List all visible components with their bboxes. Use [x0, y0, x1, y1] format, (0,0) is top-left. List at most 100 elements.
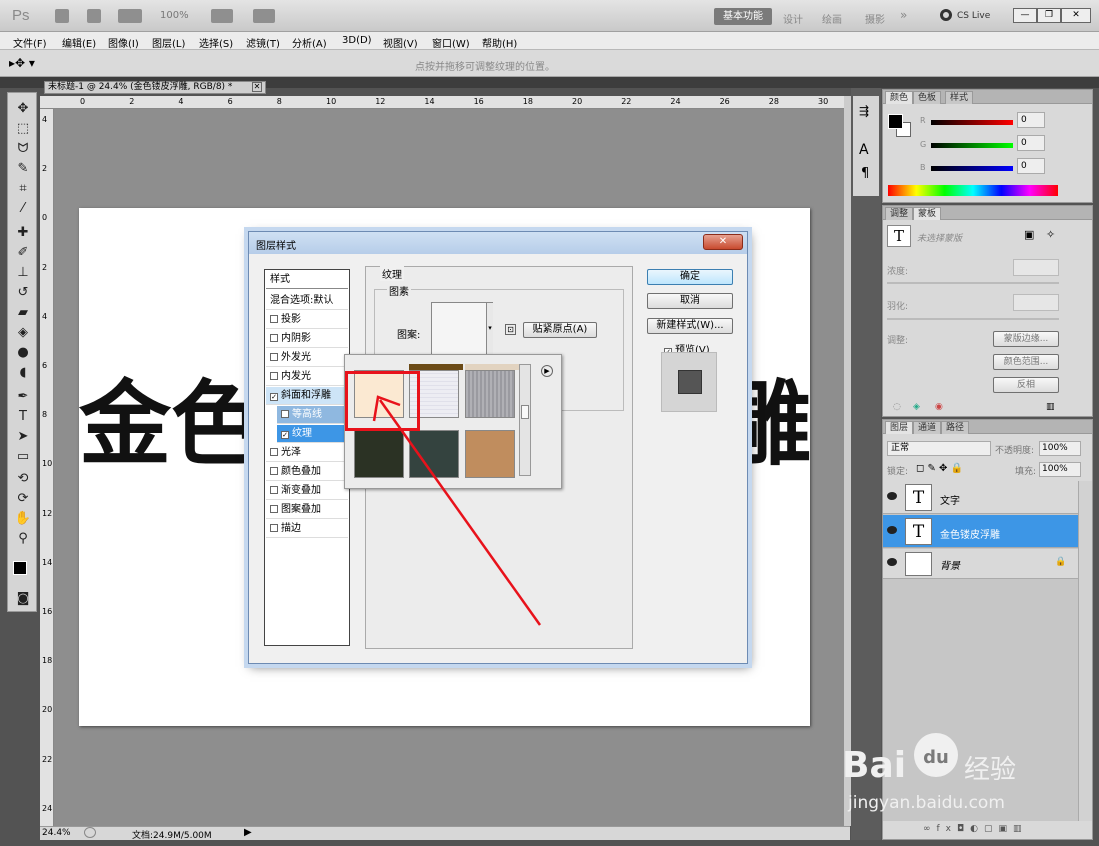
checkbox[interactable]	[270, 315, 278, 323]
menu-window[interactable]: 窗口(W)	[432, 35, 470, 50]
b-value[interactable]: 0	[1017, 158, 1045, 174]
g-value[interactable]: 0	[1017, 135, 1045, 151]
pattern-dropdown-arrow[interactable]: ▾	[486, 303, 493, 355]
menu-filter[interactable]: 滤镜(T)	[246, 35, 280, 50]
checkbox[interactable]	[270, 372, 278, 380]
zoom-dropdown[interactable]: 100%	[160, 10, 189, 21]
style-item-satin[interactable]: 光泽	[266, 444, 348, 462]
menu-edit[interactable]: 编辑(E)	[62, 35, 96, 50]
color-spectrum[interactable]	[888, 185, 1058, 196]
menu-file[interactable]: 文件(F)	[13, 35, 47, 50]
quick-select-tool-icon[interactable]: ✎	[14, 161, 32, 177]
3d-rotate-tool-icon[interactable]: ⟲	[14, 471, 32, 487]
visibility-eye-icon[interactable]	[887, 558, 897, 566]
r-slider[interactable]	[931, 120, 1013, 125]
history-brush-tool-icon[interactable]: ↺	[14, 285, 32, 301]
invert-button[interactable]: 反相	[993, 377, 1059, 393]
lock-icons[interactable]: ◻ ✎ ✥ 🔒	[916, 463, 963, 474]
eraser-tool-icon[interactable]: ▰	[14, 305, 32, 321]
minimize-button[interactable]: —	[1013, 8, 1037, 23]
layers-scrollbar[interactable]	[1078, 481, 1092, 821]
visibility-eye-icon[interactable]	[887, 492, 897, 500]
foreground-color-swatch[interactable]	[13, 561, 27, 575]
style-item-contour[interactable]: 等高线	[277, 406, 348, 424]
more-workspaces-icon[interactable]: »	[900, 8, 907, 22]
opacity-field[interactable]: 100%	[1039, 441, 1081, 456]
checkbox[interactable]	[270, 334, 278, 342]
menu-select[interactable]: 选择(S)	[199, 35, 233, 50]
blend-mode-select[interactable]: 正常	[887, 441, 991, 456]
eyedropper-tool-icon[interactable]: ⁄	[14, 201, 32, 217]
checkbox[interactable]	[270, 524, 278, 532]
restore-button[interactable]: ❐	[1037, 8, 1061, 23]
snap-origin-button[interactable]: 贴紧原点(A)	[523, 322, 597, 338]
lasso-tool-icon[interactable]: ᗢ	[14, 141, 32, 157]
g-slider[interactable]	[931, 143, 1013, 148]
blur-tool-icon[interactable]: ●	[14, 345, 32, 361]
layer-name[interactable]: 文字	[940, 492, 960, 507]
tab-paths[interactable]: 路径	[941, 421, 970, 434]
style-item-outer-glow[interactable]: 外发光	[266, 349, 348, 367]
ok-button[interactable]: 确定	[647, 269, 733, 285]
3d-orbit-tool-icon[interactable]: ⟳	[14, 491, 32, 507]
move-tool-icon[interactable]: ✥	[14, 101, 32, 117]
style-item-pattern-overlay[interactable]: 图案叠加	[266, 501, 348, 519]
marquee-tool-icon[interactable]: ⬚	[14, 121, 32, 137]
tab-color[interactable]: 颜色	[885, 91, 914, 104]
dialog-title-bar[interactable]: 图层样式	[249, 232, 747, 254]
cancel-button[interactable]: 取消	[647, 293, 733, 309]
screen-mode-icon[interactable]	[253, 9, 275, 23]
cs-live-icon[interactable]	[940, 9, 952, 21]
foreground-color[interactable]	[888, 114, 903, 129]
layer-row[interactable]: 背景 🔒	[883, 549, 1078, 579]
document-tab[interactable]: 未标题-1 @ 24.4% (金色镂皮浮雕, RGB/8) * ✕	[44, 81, 266, 94]
load-selection-icon[interactable]: ◌	[893, 402, 901, 412]
blend-options-item[interactable]: 混合选项:默认	[266, 292, 348, 310]
history-panel-icon[interactable]: ⇶	[859, 104, 869, 118]
style-item-texture[interactable]: ✓ 纹理	[277, 425, 348, 443]
path-select-tool-icon[interactable]: ➤	[14, 429, 32, 445]
paint-bucket-tool-icon[interactable]: ◈	[14, 325, 32, 341]
menu-3d[interactable]: 3D(D)	[342, 35, 372, 46]
checkbox[interactable]	[270, 505, 278, 513]
shape-tool-icon[interactable]: ▭	[14, 449, 32, 465]
density-field[interactable]	[1013, 259, 1059, 276]
checkbox-checked[interactable]: ✓	[270, 393, 278, 401]
color-range-button[interactable]: 颜色范围...	[993, 354, 1059, 370]
arrange-documents-icon[interactable]	[211, 9, 233, 23]
feather-slider[interactable]	[887, 318, 1059, 320]
status-arrow-icon[interactable]: ▶	[244, 827, 252, 838]
layers-footer-icons[interactable]: ∞fx◘◐▢▣▥	[923, 824, 1027, 834]
zoom-level[interactable]: 24.4%	[42, 828, 71, 838]
checkbox-checked[interactable]: ✓	[281, 431, 289, 439]
pen-tool-icon[interactable]: ✒	[14, 389, 32, 405]
tab-masks[interactable]: 蒙板	[913, 207, 942, 220]
dodge-tool-icon[interactable]: ◖	[14, 365, 32, 381]
type-tool-icon[interactable]: T	[14, 409, 32, 425]
pattern-picker[interactable]: ▾	[431, 302, 493, 356]
vector-mask-icon[interactable]: ✧	[1046, 228, 1055, 241]
apply-mask-icon[interactable]: ◈	[913, 402, 920, 412]
zoom-tool-icon[interactable]: ⚲	[14, 531, 32, 547]
workspace-essentials-button[interactable]: 基本功能	[714, 8, 772, 25]
workspace-photography-button[interactable]: 摄影	[865, 11, 885, 26]
move-tool-preset-icon[interactable]: ▸✥ ▾	[9, 56, 35, 70]
style-item-drop-shadow[interactable]: 投影	[266, 311, 348, 329]
layer-name[interactable]: 背景	[940, 557, 960, 572]
mini-bridge-icon[interactable]	[87, 9, 101, 23]
disable-mask-icon[interactable]: ◉	[935, 402, 943, 412]
crop-tool-icon[interactable]: ⌗	[14, 181, 32, 197]
b-slider[interactable]	[931, 166, 1013, 171]
popup-menu-icon[interactable]: ▶	[541, 365, 553, 377]
style-item-inner-shadow[interactable]: 内阴影	[266, 330, 348, 348]
checkbox[interactable]	[281, 410, 289, 418]
checkbox[interactable]	[270, 353, 278, 361]
r-value[interactable]: 0	[1017, 112, 1045, 128]
style-item-bevel-emboss[interactable]: ✓ 斜面和浮雕	[266, 387, 348, 405]
workspace-painting-button[interactable]: 绘画	[822, 11, 842, 26]
quick-mask-icon[interactable]: ◙	[14, 591, 32, 607]
style-item-inner-glow[interactable]: 内发光	[266, 368, 348, 386]
checkbox[interactable]	[270, 467, 278, 475]
dialog-close-button[interactable]: ✕	[703, 234, 743, 250]
tab-channels[interactable]: 通道	[913, 421, 942, 434]
